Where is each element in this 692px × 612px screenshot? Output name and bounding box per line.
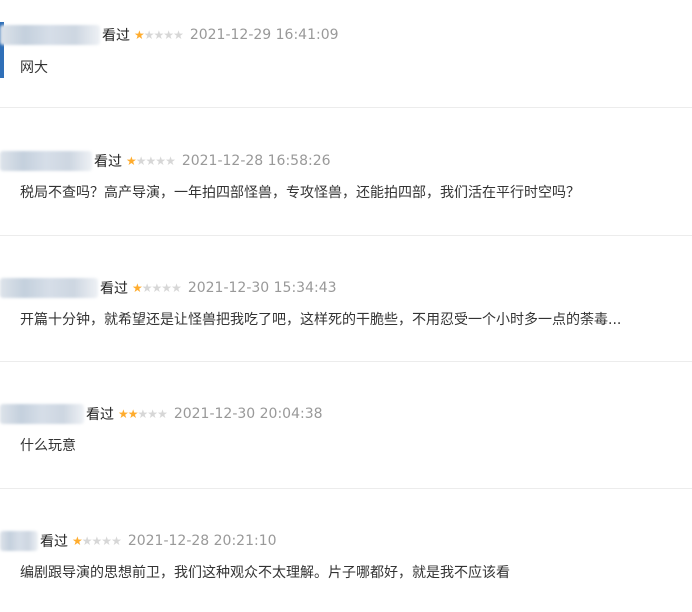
rating-stars: ★★★★★ <box>72 534 122 548</box>
divider <box>0 107 692 108</box>
rating-stars: ★★★★★ <box>134 28 184 42</box>
watched-label: 看过 <box>100 281 128 297</box>
star-icon: ★ <box>171 281 182 295</box>
star-icon: ★ <box>151 281 163 295</box>
rating-stars: ★★★★★ <box>118 407 168 421</box>
star-icon: ★ <box>132 281 143 295</box>
star-icon: ★ <box>127 407 139 421</box>
star-icon: ★ <box>157 407 168 421</box>
username[interactable] <box>0 151 92 171</box>
watched-label: 看过 <box>40 534 68 550</box>
review-time: 2021-12-30 20:04:38 <box>173 406 323 422</box>
watched-label: 看过 <box>102 28 130 44</box>
star-icon: ★ <box>118 407 129 421</box>
review-content: 税局不查吗？高产导演，一年拍四部怪兽，专攻怪兽，还能拍四部，我们活在平行时空吗？ <box>20 185 580 201</box>
review-time: 2021-12-29 16:41:09 <box>189 27 339 43</box>
star-icon: ★ <box>72 534 83 548</box>
review-meta: 看过 ★★★★★ 2021-12-28 16:58:26 <box>0 150 331 172</box>
star-icon: ★ <box>91 534 103 548</box>
star-icon: ★ <box>141 281 153 295</box>
star-icon: ★ <box>153 28 165 42</box>
review-meta: 看过 ★★★★★ 2021-12-30 15:34:43 <box>0 277 337 299</box>
star-icon: ★ <box>163 28 174 42</box>
username[interactable] <box>0 25 100 45</box>
star-icon: ★ <box>155 154 166 168</box>
review-content: 开篇十分钟，就希望还是让怪兽把我吃了吧，这样死的干脆些，不用忍受一个小时多一点的… <box>20 312 622 328</box>
review-meta: 看过 ★★★★★ 2021-12-29 16:41:09 <box>0 24 339 46</box>
username[interactable] <box>0 531 38 551</box>
review-time: 2021-12-28 16:58:26 <box>181 153 331 169</box>
review-content: 编剧跟导演的思想前卫，我们这种观众不太理解。片子哪都好，就是我不应该看 <box>20 565 510 581</box>
star-icon: ★ <box>126 154 137 168</box>
review-time: 2021-12-28 20:21:10 <box>127 533 277 549</box>
star-icon: ★ <box>81 534 93 548</box>
star-icon: ★ <box>147 407 158 421</box>
star-icon: ★ <box>134 28 145 42</box>
review-meta: 看过 ★★★★★ 2021-12-30 20:04:38 <box>0 403 323 425</box>
watched-label: 看过 <box>86 407 114 423</box>
review-meta: 看过 ★★★★★ 2021-12-28 20:21:10 <box>0 530 277 552</box>
star-icon: ★ <box>101 534 112 548</box>
star-icon: ★ <box>143 28 155 42</box>
star-icon: ★ <box>137 407 149 421</box>
rating-stars: ★★★★★ <box>126 154 176 168</box>
username[interactable] <box>0 278 98 298</box>
review-time: 2021-12-30 15:34:43 <box>187 280 337 296</box>
star-icon: ★ <box>173 28 184 42</box>
username[interactable] <box>0 404 84 424</box>
star-icon: ★ <box>165 154 176 168</box>
review-content: 什么玩意 <box>20 438 76 454</box>
divider <box>0 361 692 362</box>
review-content: 网大 <box>20 60 48 76</box>
rating-stars: ★★★★★ <box>132 281 182 295</box>
watched-label: 看过 <box>94 154 122 170</box>
star-icon: ★ <box>145 154 157 168</box>
star-icon: ★ <box>111 534 122 548</box>
divider <box>0 235 692 236</box>
divider <box>0 488 692 489</box>
star-icon: ★ <box>135 154 147 168</box>
star-icon: ★ <box>161 281 172 295</box>
